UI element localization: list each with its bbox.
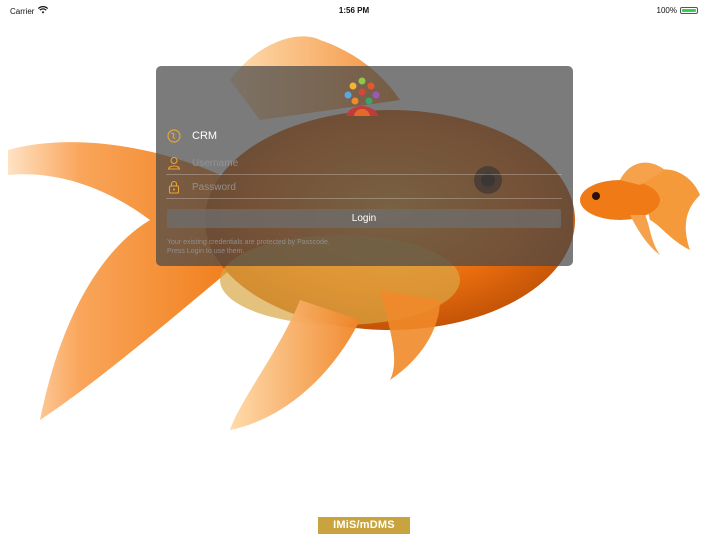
server-row[interactable]: CRM: [166, 125, 562, 147]
logo-people-icon: [344, 77, 380, 116]
passcode-hint: Your existing credentials are protected …: [167, 238, 330, 256]
hint-line-2: Press Login to use them.: [167, 248, 245, 255]
password-field[interactable]: [192, 181, 552, 193]
login-panel: CRM Login Your existing credentials are …: [156, 66, 573, 266]
password-row: [166, 176, 562, 199]
globe-icon: [166, 128, 182, 144]
status-right: 100%: [657, 6, 698, 15]
login-button[interactable]: Login: [167, 209, 561, 228]
user-icon: [166, 155, 182, 171]
username-field[interactable]: [192, 157, 552, 169]
brand-logo: IMiS/mDMS: [318, 517, 410, 534]
status-time: 1:56 PM: [338, 6, 370, 15]
battery-icon: [680, 7, 698, 14]
username-row: [166, 152, 562, 175]
status-bar: Carrier 1:56 PM 100%: [0, 0, 708, 20]
lock-icon: [166, 179, 182, 195]
battery-percent: 100%: [656, 6, 677, 15]
hint-line-1: Your existing credentials are protected …: [167, 239, 330, 246]
server-name: CRM: [192, 130, 218, 142]
